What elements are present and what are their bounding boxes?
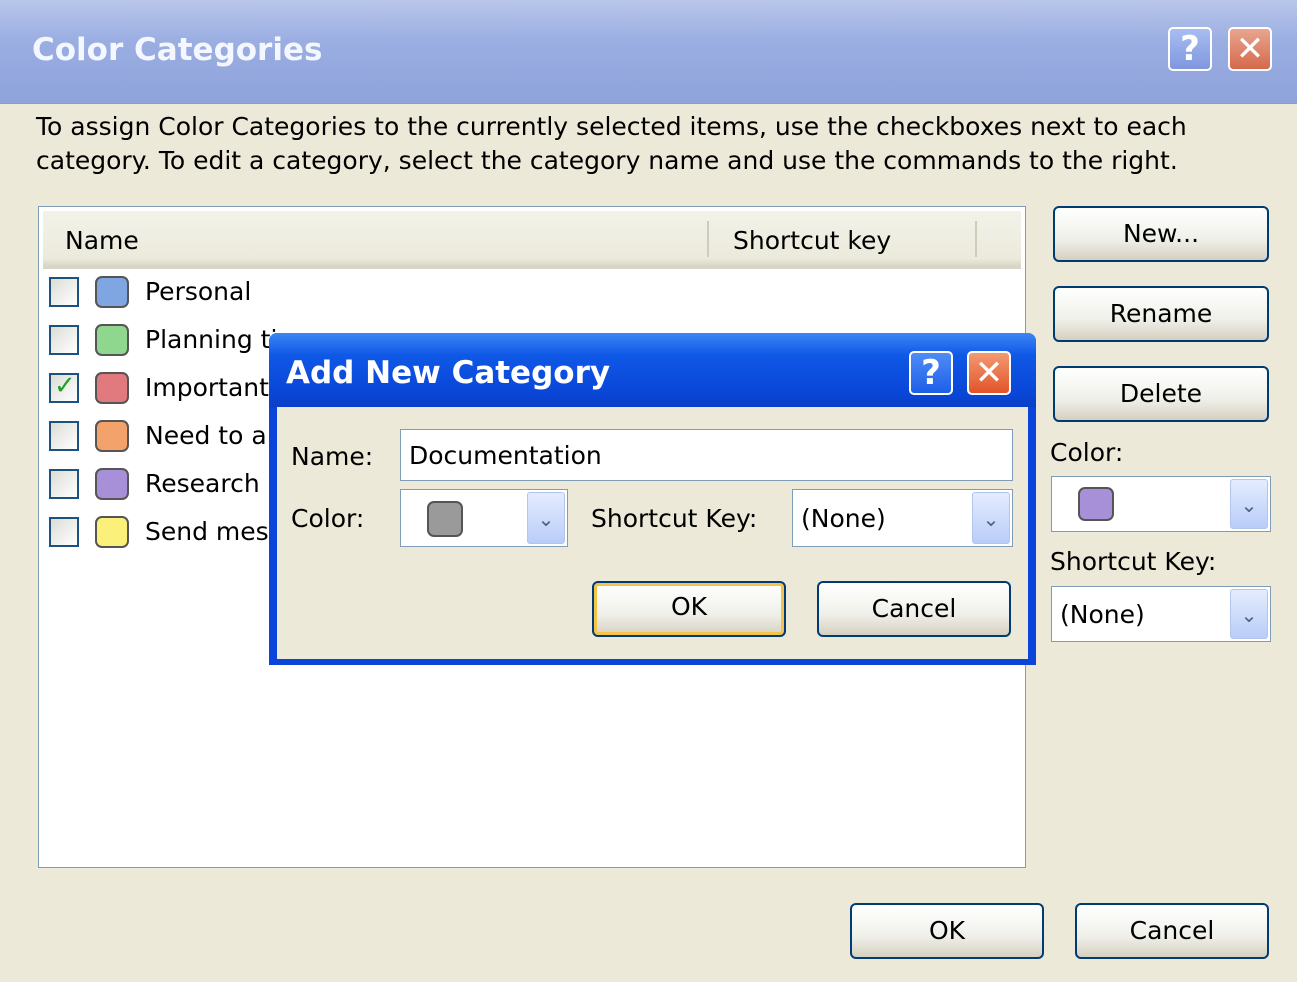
- shortcut-key-label: Shortcut Key:: [591, 504, 758, 533]
- color-swatch: [95, 276, 129, 308]
- shortcut-key-dropdown[interactable]: (None) ⌄: [792, 489, 1013, 547]
- chevron-down-icon[interactable]: ⌄: [1230, 589, 1268, 639]
- delete-button[interactable]: Delete: [1053, 366, 1269, 422]
- shortcut-key-label: Shortcut Key:: [1050, 547, 1217, 576]
- dialog-title-bar[interactable]: Add New Category ? ✕: [269, 333, 1036, 407]
- chevron-down-icon[interactable]: ⌄: [1230, 479, 1268, 529]
- chevron-down-icon[interactable]: ⌄: [972, 492, 1010, 544]
- column-header-shortcut[interactable]: Shortcut key: [733, 226, 891, 255]
- category-label: Send mes: [145, 517, 269, 546]
- dialog-title: Color Categories: [32, 32, 323, 68]
- category-checkbox[interactable]: [49, 421, 79, 451]
- color-swatch: [95, 372, 129, 404]
- color-label: Color:: [1050, 438, 1124, 467]
- help-icon[interactable]: ?: [909, 351, 953, 395]
- name-input[interactable]: Documentation: [400, 429, 1013, 481]
- category-checkbox[interactable]: [49, 469, 79, 499]
- color-swatch: [95, 468, 129, 500]
- color-dropdown[interactable]: ⌄: [1051, 476, 1271, 532]
- color-swatch: [1078, 487, 1114, 521]
- category-label: Research: [145, 469, 260, 498]
- list-header: Name Shortcut key: [43, 211, 1021, 269]
- name-input-value: Documentation: [409, 441, 602, 470]
- shortcut-key-value: (None): [1060, 600, 1145, 629]
- category-checkbox[interactable]: [49, 517, 79, 547]
- close-icon[interactable]: ✕: [1228, 27, 1272, 71]
- category-checkbox[interactable]: [49, 325, 79, 355]
- dialog-title-bar[interactable]: Color Categories ? ✕: [0, 0, 1297, 104]
- color-swatch: [427, 501, 463, 537]
- category-checkbox[interactable]: [49, 277, 79, 307]
- category-label: Need to a: [145, 421, 267, 450]
- cancel-button[interactable]: Cancel: [817, 581, 1011, 637]
- dialog-title: Add New Category: [286, 355, 611, 391]
- add-new-category-dialog: Add New Category ? ✕ Name: Documentation…: [269, 333, 1036, 665]
- color-label: Color:: [291, 504, 365, 533]
- shortcut-key-value: (None): [801, 504, 886, 533]
- color-swatch: [95, 420, 129, 452]
- ok-button[interactable]: OK: [592, 581, 786, 637]
- name-label: Name:: [291, 442, 374, 471]
- color-swatch: [95, 324, 129, 356]
- dialog-body: Name: Documentation Color: ⌄ Shortcut Ke…: [277, 407, 1028, 659]
- column-divider[interactable]: [707, 221, 709, 257]
- cancel-button[interactable]: Cancel: [1075, 903, 1269, 959]
- column-divider[interactable]: [975, 221, 977, 257]
- color-swatch: [95, 516, 129, 548]
- help-icon[interactable]: ?: [1168, 27, 1212, 71]
- list-item[interactable]: Personal: [43, 269, 1021, 317]
- instructions-text: To assign Color Categories to the curren…: [36, 112, 1187, 175]
- shortcut-key-dropdown[interactable]: (None) ⌄: [1051, 586, 1271, 642]
- category-label: Important: [145, 373, 269, 402]
- close-icon[interactable]: ✕: [967, 351, 1011, 395]
- category-label: Personal: [145, 277, 252, 306]
- category-checkbox[interactable]: ✓: [49, 371, 79, 403]
- color-dropdown[interactable]: ⌄: [400, 489, 568, 547]
- column-header-name[interactable]: Name: [65, 226, 139, 255]
- ok-button[interactable]: OK: [850, 903, 1044, 959]
- new-button[interactable]: New...: [1053, 206, 1269, 262]
- chevron-down-icon[interactable]: ⌄: [527, 492, 565, 544]
- checkmark-icon: ✓: [54, 371, 76, 401]
- rename-button[interactable]: Rename: [1053, 286, 1269, 342]
